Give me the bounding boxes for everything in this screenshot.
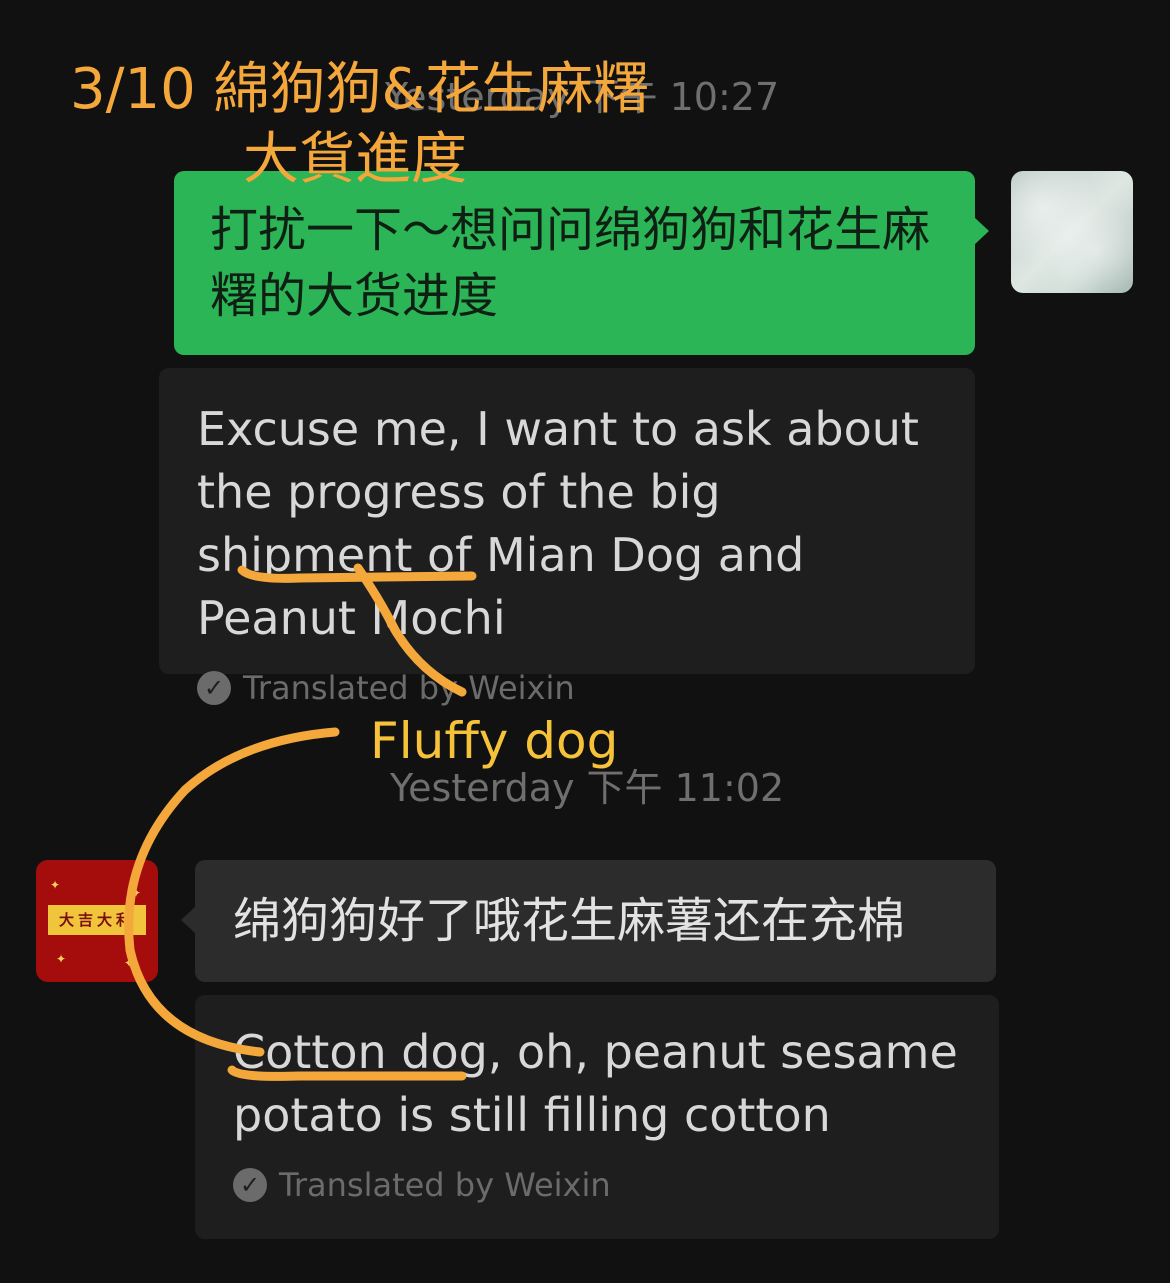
sent-message-bubble[interactable]: 打扰一下～想问问绵狗狗和花生麻糬的大货进度 [174, 171, 989, 355]
sparkle-icon: ✦ [56, 952, 67, 966]
translation-card[interactable]: Cotton dog, oh, peanut sesame potato is … [195, 995, 999, 1239]
sent-message-text: 打扰一下～想问问绵狗狗和花生麻糬的大货进度 [210, 202, 931, 324]
translation-text: Excuse me, I want to ask about the progr… [197, 402, 919, 645]
my-avatar[interactable] [1011, 171, 1133, 293]
translated-by-text: Translated by Weixin [279, 1166, 611, 1204]
received-message-text: 绵狗狗好了哦花生麻薯还在充棉 [233, 893, 906, 949]
contact-avatar[interactable]: ✦ ✦ ✦ ✦ 大吉大利 [36, 860, 158, 982]
annotation-fluffy-dog: Fluffy dog [370, 712, 619, 770]
avatar-banner-text: 大吉大利 [48, 905, 146, 935]
sparkle-icon: ✦ [124, 956, 135, 970]
sparkle-icon: ✦ [50, 878, 61, 892]
translation-label: ✓ Translated by Weixin [233, 1165, 961, 1205]
annotation-title: 3/10 綿狗狗&花生麻糬 [70, 57, 650, 122]
annotation-subtitle: 大貨進度 [243, 127, 467, 192]
translation-card[interactable]: Excuse me, I want to ask about the progr… [159, 368, 975, 707]
translation-label: ✓ Translated by Weixin [197, 668, 937, 708]
sparkle-icon: ✦ [131, 886, 142, 900]
translated-by-text: Translated by Weixin [243, 669, 575, 707]
received-message-bubble[interactable]: 绵狗狗好了哦花生麻薯还在充棉 [181, 860, 996, 982]
check-icon: ✓ [233, 1168, 267, 1202]
check-icon: ✓ [197, 671, 231, 705]
translation-text: Cotton dog, oh, peanut sesame potato is … [233, 1025, 958, 1142]
